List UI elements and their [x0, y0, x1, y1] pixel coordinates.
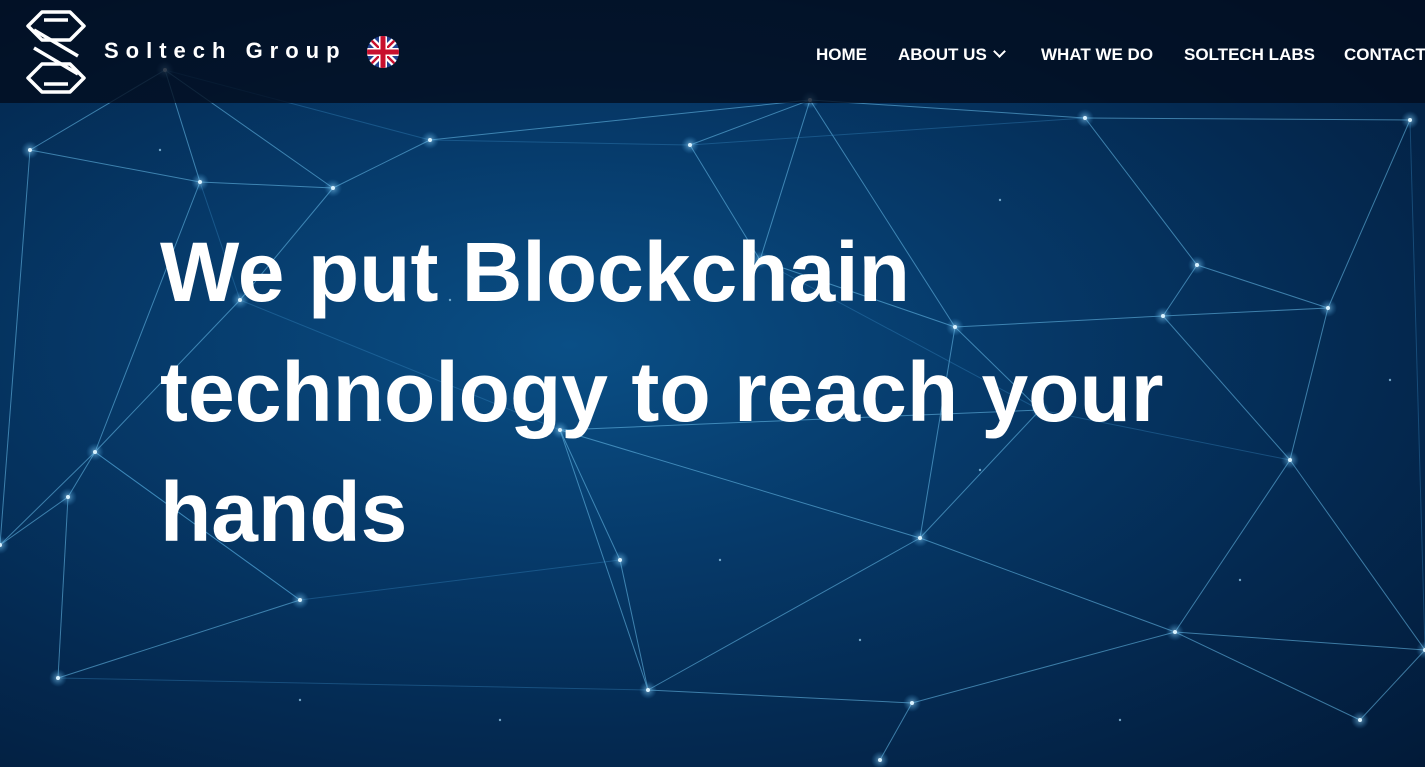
network-line	[1289, 307, 1329, 461]
brand-name[interactable]: Soltech Group	[104, 38, 347, 64]
uk-flag-icon[interactable]	[367, 36, 399, 68]
network-line	[647, 689, 913, 704]
network-line	[0, 496, 69, 546]
network-line-faint	[57, 677, 649, 691]
network-line	[0, 149, 31, 546]
network-dot	[158, 148, 162, 152]
nav-item-what-we-do[interactable]: WHAT WE DO	[1041, 45, 1153, 65]
network-node	[1408, 118, 1412, 122]
network-line	[1174, 631, 1425, 651]
network-dot	[1118, 718, 1122, 722]
network-line-faint	[1409, 119, 1425, 651]
network-line	[29, 149, 201, 183]
network-line	[57, 496, 69, 679]
network-line-faint	[689, 117, 1086, 146]
nav-label: CONTACT	[1344, 45, 1425, 64]
site-header: Soltech Group HOME ABOUT US WHAT WE DO S…	[0, 0, 1425, 103]
nav-item-home[interactable]: HOME	[816, 45, 867, 65]
network-line	[1084, 117, 1411, 121]
nav-item-contact[interactable]: CONTACT	[1344, 45, 1425, 65]
network-node	[93, 450, 97, 454]
nav-item-soltech-labs[interactable]: SOLTECH LABS	[1184, 45, 1315, 65]
network-line	[429, 99, 811, 141]
network-node	[428, 138, 432, 142]
nav-label: WHAT WE DO	[1041, 45, 1154, 64]
network-dot	[298, 698, 302, 702]
hero-headline: We put Blockchain technology to reach yo…	[160, 225, 1164, 559]
chevron-down-icon	[992, 45, 1006, 58]
network-line	[332, 139, 431, 189]
network-line	[911, 631, 1176, 704]
nav-item-about-us[interactable]: ABOUT US	[898, 45, 1006, 65]
network-dot	[998, 198, 1002, 202]
soltech-logo-icon[interactable]	[24, 8, 88, 96]
network-line	[1174, 631, 1361, 721]
nav-label: ABOUT US	[898, 45, 987, 64]
network-line	[57, 599, 301, 679]
network-node	[66, 495, 70, 499]
network-dot	[1238, 578, 1242, 582]
network-node	[1326, 306, 1330, 310]
network-node	[1358, 718, 1362, 722]
network-line	[1289, 459, 1425, 651]
network-line-faint	[429, 139, 691, 146]
network-line	[199, 181, 334, 189]
network-line	[619, 559, 649, 691]
page: Soltech Group HOME ABOUT US WHAT WE DO S…	[0, 0, 1425, 767]
network-dot	[858, 638, 862, 642]
network-dot	[498, 718, 502, 722]
network-node	[298, 598, 302, 602]
network-node	[688, 143, 692, 147]
network-node	[56, 676, 60, 680]
network-node	[1083, 116, 1087, 120]
network-node	[910, 701, 914, 705]
nav-label: SOLTECH LABS	[1184, 45, 1315, 64]
network-dot	[1388, 378, 1392, 382]
network-node	[198, 180, 202, 184]
network-node	[1173, 630, 1177, 634]
network-node	[28, 148, 32, 152]
network-line	[1359, 649, 1425, 721]
nav-label: HOME	[816, 45, 867, 64]
network-node	[1288, 458, 1292, 462]
network-node	[878, 758, 882, 762]
network-line	[0, 451, 96, 546]
network-line	[879, 702, 913, 761]
network-node	[331, 186, 335, 190]
network-line	[1327, 119, 1411, 309]
network-node	[646, 688, 650, 692]
